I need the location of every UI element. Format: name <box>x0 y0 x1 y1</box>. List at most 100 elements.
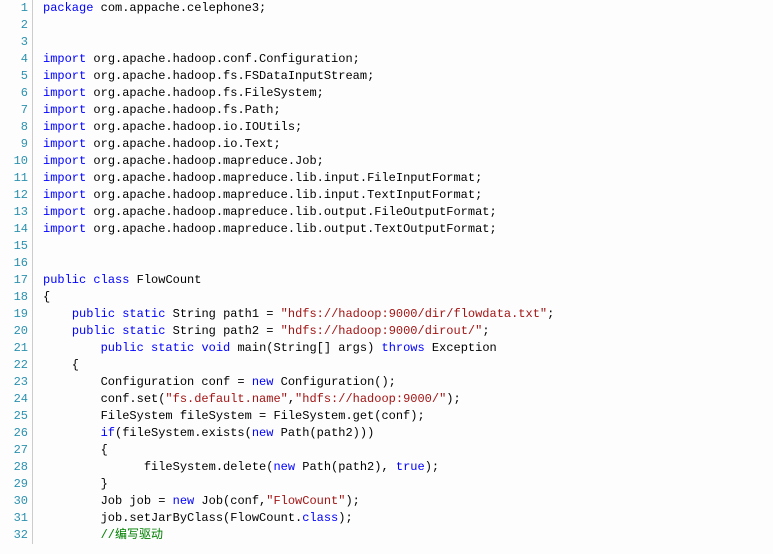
token-id: org.apache.hadoop.io.Text; <box>86 137 280 151</box>
line-number: 32 <box>0 527 28 544</box>
line-number: 25 <box>0 408 28 425</box>
token-id: { <box>43 290 50 304</box>
line-number: 18 <box>0 289 28 306</box>
token-id: org.apache.hadoop.mapreduce.lib.input.Te… <box>86 188 482 202</box>
line-number: 5 <box>0 68 28 85</box>
code-line: job.setJarByClass(FlowCount.class); <box>43 510 554 527</box>
line-number: 19 <box>0 306 28 323</box>
line-number: 15 <box>0 238 28 255</box>
token-id: org.apache.hadoop.mapreduce.lib.input.Fi… <box>86 171 482 185</box>
token-id: org.apache.hadoop.mapreduce.lib.output.F… <box>86 205 496 219</box>
line-number: 26 <box>0 425 28 442</box>
token-id: Job(conf, <box>194 494 266 508</box>
line-number: 14 <box>0 221 28 238</box>
line-number: 16 <box>0 255 28 272</box>
code-line: import org.apache.hadoop.mapreduce.lib.i… <box>43 170 554 187</box>
line-number: 27 <box>0 442 28 459</box>
token-id: ; <box>547 307 554 321</box>
token-kw: if <box>101 426 115 440</box>
token-id: ); <box>338 511 352 525</box>
code-line: import org.apache.hadoop.fs.FileSystem; <box>43 85 554 102</box>
code-line: public class FlowCount <box>43 272 554 289</box>
code-line: package com.appache.celephone3; <box>43 0 554 17</box>
token-str: "FlowCount" <box>266 494 345 508</box>
line-number: 11 <box>0 170 28 187</box>
code-line: { <box>43 357 554 374</box>
token-kw: import <box>43 188 86 202</box>
token-kw: package <box>43 1 93 15</box>
token-id: ); <box>446 392 460 406</box>
token-id: Job job = <box>43 494 173 508</box>
token-kw: new <box>252 426 274 440</box>
token-id: String path1 = <box>165 307 280 321</box>
token-kw: import <box>43 103 86 117</box>
token-kw: new <box>252 375 274 389</box>
line-number: 24 <box>0 391 28 408</box>
token-kw: new <box>173 494 195 508</box>
code-line: import org.apache.hadoop.io.Text; <box>43 136 554 153</box>
token-kw: static <box>122 307 165 321</box>
token-kw: static <box>151 341 194 355</box>
token-id: main(String[] args) <box>230 341 381 355</box>
code-line: public static void main(String[] args) t… <box>43 340 554 357</box>
token-id: Configuration conf = <box>43 375 252 389</box>
line-number: 8 <box>0 119 28 136</box>
token-id <box>43 307 72 321</box>
token-str: "hdfs://hadoop:9000/" <box>295 392 446 406</box>
token-id: job.setJarByClass(FlowCount. <box>43 511 302 525</box>
token-com: //编写驱动 <box>101 528 163 542</box>
line-number: 29 <box>0 476 28 493</box>
code-line <box>43 17 554 34</box>
code-line: //编写驱动 <box>43 527 554 544</box>
code-line <box>43 238 554 255</box>
token-kw: import <box>43 205 86 219</box>
code-container: 1234567891011121314151617181920212223242… <box>0 0 773 544</box>
token-id: { <box>43 443 108 457</box>
token-kw: true <box>396 460 425 474</box>
line-number-gutter: 1234567891011121314151617181920212223242… <box>0 0 33 544</box>
token-id <box>43 341 101 355</box>
token-id: FlowCount <box>129 273 201 287</box>
token-kw: public <box>43 273 86 287</box>
line-number: 28 <box>0 459 28 476</box>
token-kw: public <box>72 307 115 321</box>
token-id: { <box>43 358 79 372</box>
token-str: "hdfs://hadoop:9000/dir/flowdata.txt" <box>281 307 547 321</box>
token-id <box>43 528 101 542</box>
code-area: package com.appache.celephone3; import o… <box>33 0 554 544</box>
token-id: String path2 = <box>165 324 280 338</box>
token-id <box>43 426 101 440</box>
token-id: conf.set( <box>43 392 165 406</box>
line-number: 1 <box>0 0 28 17</box>
token-id: com.appache.celephone3; <box>93 1 266 15</box>
token-id: org.apache.hadoop.conf.Configuration; <box>86 52 360 66</box>
token-kw: class <box>93 273 129 287</box>
token-id: org.apache.hadoop.fs.FileSystem; <box>86 86 324 100</box>
token-id: org.apache.hadoop.fs.FSDataInputStream; <box>86 69 374 83</box>
token-kw: import <box>43 171 86 185</box>
code-line: } <box>43 476 554 493</box>
token-id: org.apache.hadoop.io.IOUtils; <box>86 120 302 134</box>
code-line: Job job = new Job(conf,"FlowCount"); <box>43 493 554 510</box>
token-kw: import <box>43 137 86 151</box>
token-id: } <box>43 477 108 491</box>
token-id <box>144 341 151 355</box>
token-str: "hdfs://hadoop:9000/dirout/" <box>281 324 483 338</box>
token-kw: class <box>302 511 338 525</box>
token-kw: import <box>43 52 86 66</box>
code-line: public static String path2 = "hdfs://had… <box>43 323 554 340</box>
line-number: 3 <box>0 34 28 51</box>
token-kw: new <box>273 460 295 474</box>
line-number: 30 <box>0 493 28 510</box>
line-number: 22 <box>0 357 28 374</box>
line-number: 13 <box>0 204 28 221</box>
line-number: 10 <box>0 153 28 170</box>
code-line: { <box>43 289 554 306</box>
token-kw: import <box>43 86 86 100</box>
line-number: 17 <box>0 272 28 289</box>
code-line: import org.apache.hadoop.io.IOUtils; <box>43 119 554 136</box>
token-id: Configuration(); <box>273 375 395 389</box>
code-line: if(fileSystem.exists(new Path(path2))) <box>43 425 554 442</box>
token-id: (fileSystem.exists( <box>115 426 252 440</box>
code-line: { <box>43 442 554 459</box>
